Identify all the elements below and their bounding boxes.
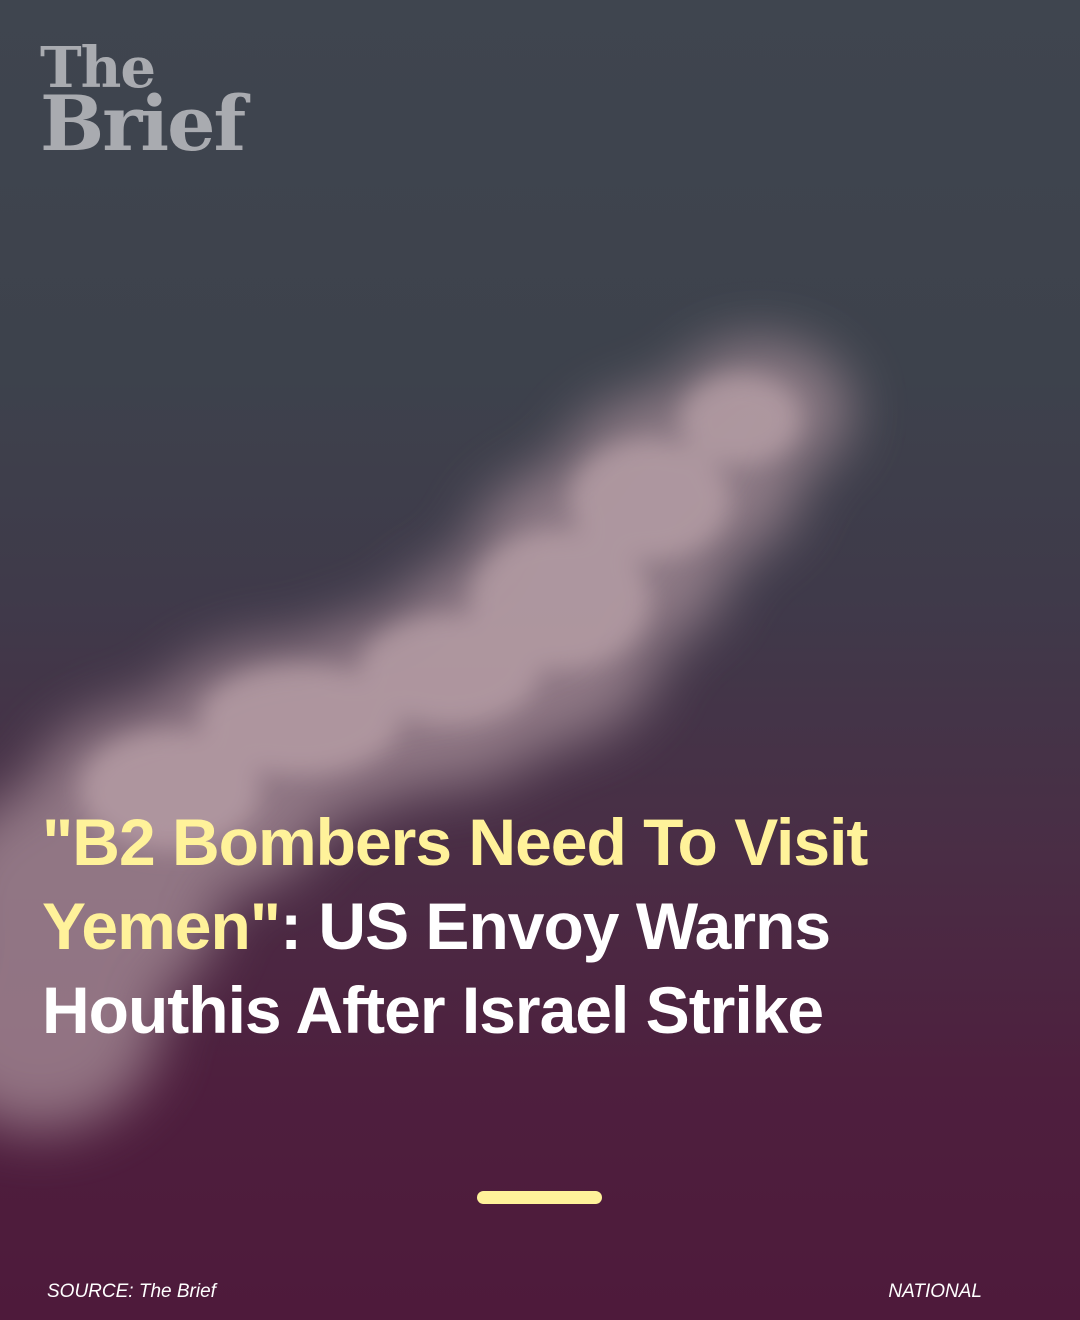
brand-logo: The Brief bbox=[40, 40, 246, 168]
headline: "B2 Bombers Need To Visit Yemen": US Env… bbox=[42, 800, 942, 1052]
accent-divider bbox=[477, 1191, 602, 1204]
logo-text-brief: Brief bbox=[40, 79, 246, 168]
source-label: SOURCE: The Brief bbox=[47, 1281, 216, 1302]
category-label: NATIONAL bbox=[888, 1281, 982, 1302]
smoke-plume-image bbox=[0, 340, 850, 1130]
